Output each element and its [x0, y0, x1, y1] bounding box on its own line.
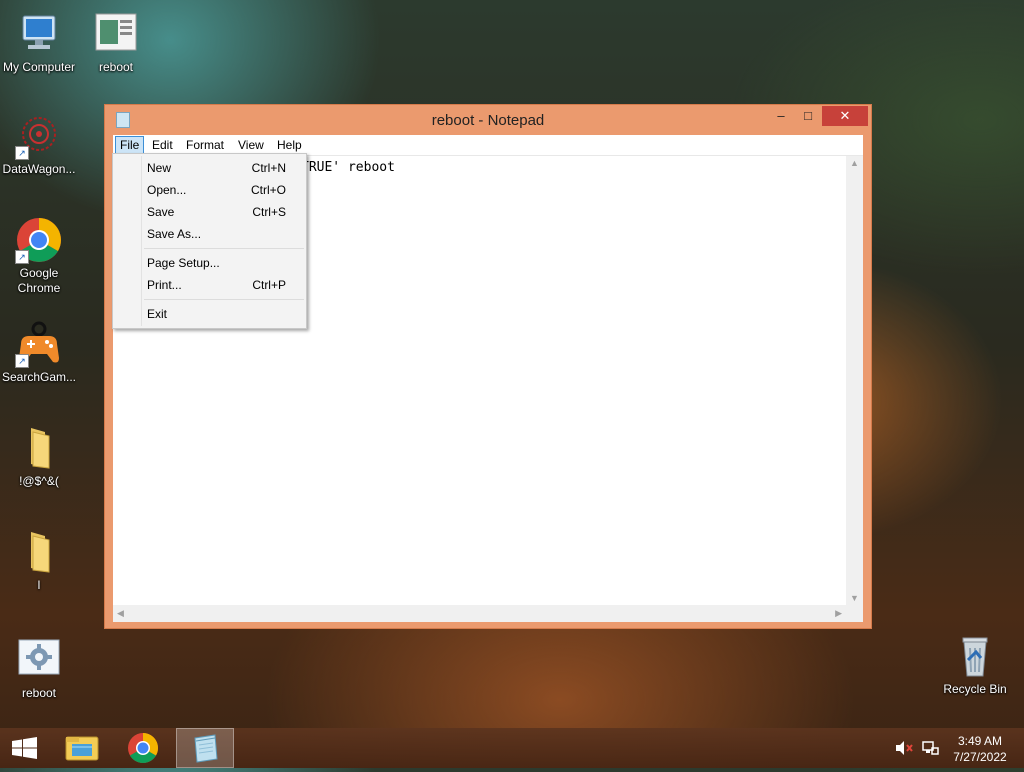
folder-icon [15, 528, 63, 576]
scroll-left-icon[interactable]: ◀ [117, 608, 124, 619]
scroll-down-icon[interactable]: ▼ [850, 593, 859, 603]
clock-time[interactable]: 3:49 AM [940, 734, 1020, 748]
gamepad-icon: ↗ [15, 320, 63, 368]
menu-item-exit[interactable]: Exit [113, 303, 306, 325]
menu-item-page-setup[interactable]: Page Setup... [113, 252, 306, 274]
desktop-icon-folder-symbols[interactable]: !@$^&( [0, 424, 78, 489]
desktop-icon-folder-l[interactable]: l [0, 528, 78, 593]
menu-file[interactable]: File [115, 136, 145, 154]
menu-item-label: Exit [147, 307, 168, 321]
title-bar[interactable]: reboot - Notepad – □ ✕ [105, 105, 871, 135]
taskbar-notepad[interactable] [176, 728, 234, 768]
editor-text: TRUE' reboot [301, 160, 395, 175]
vertical-scrollbar[interactable]: ▲ ▼ [846, 156, 863, 605]
desktop-icon-label: Recycle Bin [943, 682, 1007, 696]
menu-help[interactable]: Help [273, 137, 306, 153]
notepad-icon [194, 734, 218, 763]
recycle-bin-icon [951, 632, 999, 680]
desktop-icon-datawagon[interactable]: ↗ DataWagon... [0, 112, 78, 177]
taskbar: 3:49 AM 7/27/2022 [0, 728, 1024, 768]
menu-item-label: Open... [147, 183, 187, 197]
shortcut-arrow-icon: ↗ [15, 146, 29, 160]
network-icon[interactable] [921, 740, 939, 759]
computer-icon [15, 10, 63, 58]
file-thumbnail-icon [92, 10, 140, 58]
desktop-icon-label: My Computer [2, 60, 76, 74]
size-grip[interactable] [846, 605, 863, 622]
desktop-icon-label: DataWagon... [2, 162, 76, 176]
desktop-icon-reboot-file[interactable]: reboot [77, 10, 155, 75]
menu-item-label: Page Setup... [147, 256, 220, 270]
start-button[interactable] [0, 728, 50, 768]
minimize-button[interactable]: – [768, 106, 794, 126]
volume-muted-icon[interactable] [894, 740, 914, 759]
menu-item-open[interactable]: Open... Ctrl+O [113, 179, 306, 201]
desktop-icon-reboot-settings[interactable]: reboot [0, 636, 78, 701]
shortcut-arrow-icon: ↗ [15, 354, 29, 368]
menu-item-save[interactable]: Save Ctrl+S [113, 201, 306, 223]
desktop-icon-label: l [37, 578, 41, 592]
menu-separator [144, 299, 304, 300]
desktop-icon-label: !@$^&( [19, 474, 59, 488]
settings-gear-icon [15, 636, 63, 684]
scroll-right-icon[interactable]: ▶ [835, 608, 842, 619]
datawagon-icon: ↗ [15, 112, 63, 160]
desktop-icon-label: reboot [21, 686, 57, 700]
close-button[interactable]: ✕ [822, 106, 868, 126]
desktop-icon-google-chrome[interactable]: ↗ Google Chrome [0, 216, 78, 296]
desktop-icon-recycle-bin[interactable]: Recycle Bin [936, 632, 1014, 697]
menu-item-save-as[interactable]: Save As... [113, 223, 306, 245]
maximize-button[interactable]: □ [795, 106, 821, 126]
menu-item-label: Save As... [147, 227, 202, 241]
desktop-icon-label: SearchGam... [1, 370, 77, 384]
file-explorer-icon [65, 736, 99, 761]
scroll-up-icon[interactable]: ▲ [850, 158, 859, 168]
menu-item-label: New [147, 161, 172, 175]
menu-item-shortcut: Ctrl+P [252, 278, 286, 292]
desktop-icon-label: Google Chrome [17, 266, 61, 295]
chrome-icon: ↗ [15, 216, 63, 264]
chrome-icon [128, 733, 159, 764]
clock-date[interactable]: 7/27/2022 [940, 750, 1020, 764]
menu-item-shortcut: Ctrl+S [252, 205, 286, 219]
menu-separator [144, 248, 304, 249]
menu-item-new[interactable]: New Ctrl+N [113, 157, 306, 179]
file-menu-dropdown: New Ctrl+N Open... Ctrl+O Save Ctrl+S Sa… [112, 153, 307, 329]
menu-item-label: Save [147, 205, 175, 219]
desktop-icon-searchgames[interactable]: ↗ SearchGam... [0, 320, 78, 385]
windows-logo-icon [12, 737, 37, 759]
menu-item-shortcut: Ctrl+N [251, 161, 286, 175]
menu-edit[interactable]: Edit [148, 137, 177, 153]
menu-item-label: Print... [147, 278, 182, 292]
menu-format[interactable]: Format [182, 137, 228, 153]
folder-icon [15, 424, 63, 472]
menu-view[interactable]: View [234, 137, 268, 153]
taskbar-file-explorer[interactable] [52, 728, 112, 768]
window-title: reboot - Notepad [431, 112, 545, 129]
desktop-icon-label: reboot [98, 60, 134, 74]
taskbar-chrome[interactable] [113, 728, 173, 768]
shortcut-arrow-icon: ↗ [15, 250, 29, 264]
desktop-icon-my-computer[interactable]: My Computer [0, 10, 78, 75]
menu-item-shortcut: Ctrl+O [250, 183, 286, 197]
horizontal-scrollbar[interactable]: ◀ ▶ [113, 605, 846, 622]
menu-item-print[interactable]: Print... Ctrl+P [113, 274, 306, 296]
